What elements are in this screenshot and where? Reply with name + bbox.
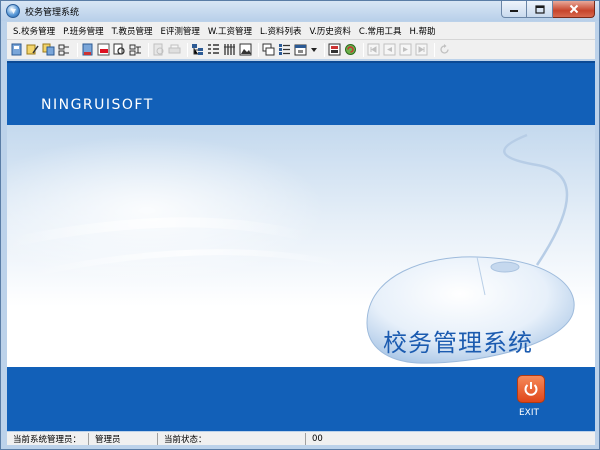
menu-salary[interactable]: W.工资管理 [204,25,256,37]
menu-class-affairs[interactable]: P.班务管理 [59,25,108,37]
dropdown-icon[interactable] [310,43,318,56]
menu-teacher-management[interactable]: T.教员管理 [108,25,157,37]
footer-band [7,367,595,431]
status-bar: 当前系统管理员： 管理员 当前状态： 00 [7,432,595,445]
detail-list-icon[interactable] [278,43,291,56]
header-band: NINGRUISOFT [7,61,595,125]
recycle-icon[interactable] [344,43,357,56]
tree-icon[interactable] [191,43,204,56]
toolbar [7,39,595,59]
power-icon [524,382,538,396]
export-icon[interactable] [97,43,110,56]
toolbar-separator [434,42,435,57]
last-icon[interactable] [415,43,428,56]
delete-icon[interactable] [58,43,71,56]
minimize-button[interactable] [501,1,527,18]
maximize-icon [534,4,545,14]
print-icon[interactable] [81,43,94,56]
menu-history[interactable]: V.历史资料 [305,25,354,37]
brand-logo-text: NINGRUISOFT [41,97,154,113]
app-logo-icon[interactable] [6,4,20,18]
exit-label: EXIT [519,408,540,418]
window-title: 校务管理系统 [25,8,80,18]
list-icon[interactable] [207,43,220,56]
system-title: 校务管理系统 [383,329,533,357]
calendar-icon[interactable] [294,43,307,56]
filter-icon[interactable] [129,43,142,56]
minimize-icon [510,10,518,12]
toolbar-separator [324,42,325,57]
menu-bar: S.校务管理 P.班务管理 T.教员管理 E评测管理 W.工资管理 L.资料列表… [7,22,595,39]
window-icon[interactable] [262,43,275,56]
find-icon[interactable] [113,43,126,56]
first-icon[interactable] [367,43,380,56]
printer-icon[interactable] [168,43,181,56]
refresh-icon[interactable] [438,43,451,56]
menu-data-list[interactable]: L.资料列表 [256,25,305,37]
columns-icon[interactable] [223,43,236,56]
close-icon [569,4,578,14]
menu-school-affairs[interactable]: S.校务管理 [9,25,59,37]
toolbar-separator [363,42,364,57]
title-bar[interactable]: 校务管理系统 [1,1,599,21]
menu-help[interactable]: H.帮助 [406,25,440,37]
menu-tools[interactable]: C.常用工具 [355,25,406,37]
prev-icon[interactable] [383,43,396,56]
menu-evaluation[interactable]: E评测管理 [157,25,204,37]
calculator-icon[interactable] [328,43,341,56]
exit-button[interactable] [517,375,545,403]
status-admin-label: 当前系统管理员： [7,432,89,445]
window-controls [501,1,595,18]
maximize-button[interactable] [527,1,553,18]
next-icon[interactable] [399,43,412,56]
toolbar-separator [77,42,78,57]
edit-icon[interactable] [26,43,39,56]
status-code-value: 00 [312,433,323,444]
new-record-icon[interactable] [10,43,23,56]
copy-icon[interactable] [42,43,55,56]
main-splash: NINGRUISOFT 校务管理系统 EXIT [7,61,595,431]
status-admin-value: 管理员 [89,432,158,445]
toolbar-separator [187,42,188,57]
app-window: 校务管理系统 S.校务管理 P.班务管理 T.教员管理 E评测管理 W.工资管理… [0,0,600,450]
status-state-label: 当前状态： [158,432,306,445]
print-preview-icon[interactable] [152,43,165,56]
close-button[interactable] [553,1,595,18]
picture-icon[interactable] [239,43,252,56]
toolbar-separator [258,42,259,57]
toolbar-separator [148,42,149,57]
